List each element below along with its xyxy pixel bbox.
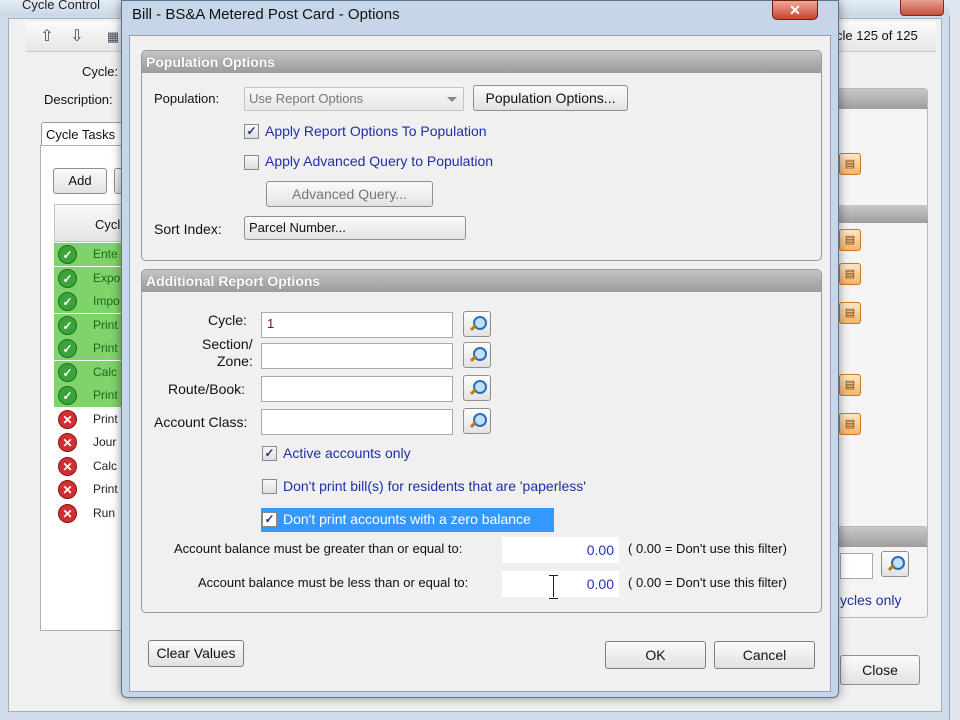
dialog-close-button[interactable]: ✕ xyxy=(772,0,818,20)
account-class-label: Account Class: xyxy=(154,414,248,430)
population-label: Population: xyxy=(154,91,220,106)
sort-index-field[interactable]: Parcel Number... xyxy=(244,216,466,240)
check-circle-icon: ✓ xyxy=(58,268,77,288)
account-class-input[interactable] xyxy=(261,409,453,435)
check-circle-icon: ✓ xyxy=(58,245,77,264)
apply-report-options-checkbox[interactable]: ✓ xyxy=(244,124,259,139)
cycle-lookup-icon[interactable] xyxy=(463,311,491,337)
advanced-query-button[interactable]: Advanced Query... xyxy=(266,181,433,207)
check-circle-icon: ✓ xyxy=(58,339,77,358)
cycle-field-label: Cycle: xyxy=(208,312,247,328)
error-circle-icon: ✕ xyxy=(58,456,77,476)
close-icon: ✕ xyxy=(789,2,801,18)
grid-header-label: Cycl xyxy=(95,217,121,232)
balance-gte-value: 0.00 xyxy=(586,542,614,558)
background-window-title: Cycle Control xyxy=(22,0,101,12)
background-input[interactable] xyxy=(840,553,873,579)
route-book-lookup-icon[interactable] xyxy=(463,375,491,401)
route-book-input[interactable] xyxy=(261,376,453,402)
section-zone-label-line1: Section/ xyxy=(202,336,253,352)
sort-index-value: Parcel Number... xyxy=(249,220,346,235)
background-filter-panel-header xyxy=(837,527,927,547)
add-task-label: Add xyxy=(68,173,92,188)
population-options-header: Population Options xyxy=(142,51,821,73)
report-icon[interactable]: ▤ xyxy=(839,153,861,175)
route-book-label: Route/Book: xyxy=(168,381,246,397)
account-class-lookup-icon[interactable] xyxy=(463,408,491,434)
balance-gte-label: Account balance must be greater than or … xyxy=(174,541,463,556)
zero-balance-label[interactable]: Don't print accounts with a zero balance xyxy=(283,511,531,527)
check-circle-icon: ✓ xyxy=(58,292,77,311)
close-button[interactable]: Close xyxy=(840,655,920,685)
report-icon[interactable]: ▤ xyxy=(839,263,861,285)
error-circle-icon: ✕ xyxy=(58,503,77,523)
balance-lte-input[interactable]: 0.00 xyxy=(502,571,619,597)
report-icon[interactable]: ▤ xyxy=(839,374,861,396)
cycles-only-label: ycles only xyxy=(840,592,902,608)
cycle-counter: cle 125 of 125 xyxy=(836,28,918,43)
sort-index-label: Sort Index: xyxy=(154,221,222,237)
background-right-subheader xyxy=(836,205,928,223)
arrow-up-icon[interactable]: ⇧ xyxy=(36,26,58,48)
background-right-panel-header xyxy=(837,89,927,109)
error-circle-icon: ✕ xyxy=(58,433,77,452)
additional-report-options-header: Additional Report Options xyxy=(142,270,821,292)
apply-advanced-query-checkbox[interactable] xyxy=(244,155,259,170)
report-icon[interactable]: ▤ xyxy=(839,302,861,324)
clear-values-label: Clear Values xyxy=(156,645,236,661)
lookup-icon[interactable] xyxy=(881,551,909,577)
check-circle-icon: ✓ xyxy=(58,386,77,405)
text-cursor-icon xyxy=(549,575,558,599)
tab-cycle-tasks[interactable]: Cycle Tasks xyxy=(41,122,125,146)
balance-gte-note: ( 0.00 = Don't use this filter) xyxy=(628,541,787,556)
active-accounts-label[interactable]: Active accounts only xyxy=(283,445,411,461)
section-zone-label-line2: Zone: xyxy=(217,353,253,369)
apply-advanced-query-label[interactable]: Apply Advanced Query to Population xyxy=(265,153,493,169)
population-options-button[interactable]: Population Options... xyxy=(473,85,628,111)
chevron-down-icon xyxy=(447,97,457,102)
ok-button[interactable]: OK xyxy=(605,641,706,669)
section-zone-input[interactable] xyxy=(261,343,453,369)
background-close-button[interactable] xyxy=(900,0,944,16)
advanced-query-button-label: Advanced Query... xyxy=(292,186,407,202)
section-zone-lookup-icon[interactable] xyxy=(463,342,491,368)
zero-balance-checkbox[interactable]: ✓ xyxy=(262,512,277,527)
error-circle-icon: ✕ xyxy=(58,480,77,499)
balance-gte-input[interactable]: 0.00 xyxy=(502,537,619,563)
balance-lte-label: Account balance must be less than or equ… xyxy=(198,575,469,590)
paperless-checkbox[interactable] xyxy=(262,479,277,494)
cycle-label: Cycle: xyxy=(82,64,119,79)
active-accounts-checkbox[interactable]: ✓ xyxy=(262,446,277,461)
apply-report-options-label[interactable]: Apply Report Options To Population xyxy=(265,123,487,139)
error-circle-icon: ✕ xyxy=(58,409,77,429)
arrow-down-icon[interactable]: ⇩ xyxy=(66,26,88,48)
cancel-label: Cancel xyxy=(742,647,787,663)
report-icon[interactable]: ▤ xyxy=(839,413,861,435)
balance-lte-note: ( 0.00 = Don't use this filter) xyxy=(628,575,787,590)
population-select-value: Use Report Options xyxy=(249,91,364,106)
paperless-label[interactable]: Don't print bill(s) for residents that a… xyxy=(283,478,586,494)
check-circle-icon: ✓ xyxy=(58,362,77,382)
cycle-input-value: 1 xyxy=(267,316,275,331)
ok-label: OK xyxy=(645,647,666,663)
population-select[interactable]: Use Report Options xyxy=(244,87,464,111)
add-task-button[interactable]: Add xyxy=(53,168,107,194)
close-label: Close xyxy=(862,662,898,678)
check-circle-icon: ✓ xyxy=(58,315,77,335)
tab-cycle-tasks-label: Cycle Tasks xyxy=(46,127,116,142)
balance-lte-value: 0.00 xyxy=(586,576,614,592)
cycle-input[interactable]: 1 xyxy=(261,312,453,338)
clear-values-button[interactable]: Clear Values xyxy=(148,640,244,667)
population-options-button-label: Population Options... xyxy=(485,90,616,106)
description-label: Description: xyxy=(44,92,113,107)
dialog-title: Bill - BS&A Metered Post Card - Options xyxy=(132,6,400,23)
report-icon[interactable]: ▤ xyxy=(839,229,861,251)
cancel-button[interactable]: Cancel xyxy=(714,641,815,669)
